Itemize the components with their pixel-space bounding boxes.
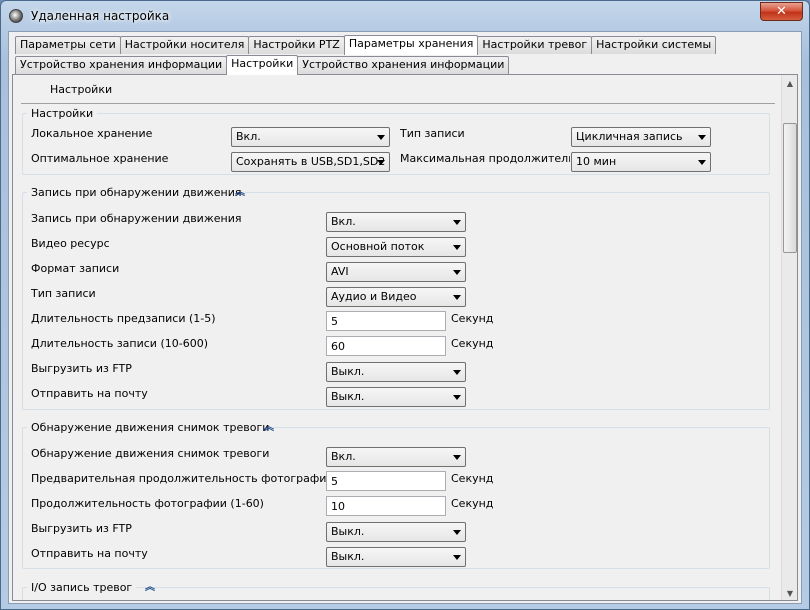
chevron-down-icon [453, 295, 461, 300]
chevron-down-icon [453, 245, 461, 250]
chevron-down-icon [698, 160, 706, 165]
double-chevron-up-icon[interactable]: ︽ [233, 188, 247, 200]
motion-record-type-select[interactable]: Аудио и Видео [326, 287, 466, 307]
chevron-down-icon [453, 555, 461, 560]
snapshot-email-value: Выкл. [331, 550, 365, 563]
divider [21, 103, 775, 104]
primary-tabs: Параметры сети Настройки носителя Настройк… [15, 34, 717, 55]
arrow-up-icon[interactable]: ▲ [782, 75, 797, 92]
tab-ptz[interactable]: Настройки PTZ [248, 36, 345, 54]
chevron-down-icon [453, 530, 461, 535]
motion-record-enable-label: Запись при обнаружении движения [31, 212, 242, 225]
prerecord-unit: Секунд [451, 312, 494, 325]
snapshot-email-label: Отправить на почту [31, 547, 148, 560]
record-format-value: AVI [331, 265, 349, 278]
motion-email-label: Отправить на почту [31, 387, 148, 400]
tab-system[interactable]: Настройки системы [591, 36, 717, 54]
snapshot-ftp-select[interactable]: Выкл. [326, 522, 466, 542]
double-chevron-up-icon[interactable]: ︽ [262, 423, 276, 435]
snapshot-duration-label: Продолжительность фотографии (1-60) [31, 497, 264, 510]
prerecord-input[interactable]: 5 [326, 311, 446, 331]
snapshot-enable-select[interactable]: Вкл. [326, 447, 466, 467]
max-duration-select[interactable]: 10 мин [571, 152, 711, 172]
tab-alarm[interactable]: Настройки тревог [477, 36, 593, 54]
close-button[interactable]: ✕ [760, 2, 803, 21]
record-type-select[interactable]: Цикличная запись [571, 127, 711, 147]
chevron-down-icon [377, 160, 385, 165]
arrow-down-icon[interactable]: ▼ [782, 585, 797, 600]
tab-storage-device-2[interactable]: Устройство хранения информации [297, 56, 510, 74]
record-format-select[interactable]: AVI [326, 262, 466, 282]
video-source-label: Видео ресурс [31, 237, 110, 250]
snapshot-enable-label: Обнаружение движения снимок тревоги [31, 447, 270, 460]
snapshot-email-select[interactable]: Выкл. [326, 547, 466, 567]
chevron-down-icon [453, 270, 461, 275]
max-duration-value: 10 мин [576, 155, 617, 168]
secondary-tabs: Устройство хранения информации Настройки У… [15, 54, 510, 75]
optimal-storage-value: Сохранять в USB,SD1,SD2 [236, 155, 386, 168]
motion-email-value: Выкл. [331, 390, 365, 403]
motion-record-type-label: Тип записи [31, 287, 96, 300]
vertical-scrollbar[interactable]: ▲ ▼ [781, 75, 797, 600]
chevron-down-icon [453, 455, 461, 460]
video-source-value: Основной поток [331, 240, 425, 253]
optimal-storage-label: Оптимальное хранение [31, 152, 169, 165]
max-duration-label: Максимальная продолжительност [400, 152, 570, 165]
motion-snapshot-group-title: Обнаружение движения снимок тревоги [27, 421, 274, 434]
record-duration-input[interactable]: 60 [326, 336, 446, 356]
snapshot-ftp-label: Выгрузить из FTP [31, 522, 132, 535]
chevron-down-icon [453, 395, 461, 400]
video-source-select[interactable]: Основной поток [326, 237, 466, 257]
section-header: Настройки [50, 83, 113, 96]
motion-record-type-value: Аудио и Видео [331, 290, 417, 303]
motion-record-enable-select[interactable]: Вкл. [326, 212, 466, 232]
chevron-down-icon [453, 220, 461, 225]
snapshot-duration-unit: Секунд [451, 497, 494, 510]
tab-settings[interactable]: Настройки [226, 55, 299, 75]
settings-group-title: Настройки [27, 107, 98, 120]
pre-duration-input[interactable]: 5 [326, 471, 446, 491]
remote-settings-window: Удаленная настройка ✕ Параметры сети Наст… [0, 0, 810, 610]
motion-ftp-value: Выкл. [331, 365, 365, 378]
window-title: Удаленная настройка [31, 9, 170, 23]
tab-storage-device[interactable]: Устройство хранения информации [15, 56, 228, 74]
record-type-label: Тип записи [400, 127, 465, 140]
local-storage-value: Вкл. [236, 130, 261, 143]
tab-network[interactable]: Параметры сети [15, 36, 121, 54]
scroll-content: Настройки Настройки Локальное хранение В… [13, 75, 781, 600]
record-duration-unit: Секунд [451, 337, 494, 350]
local-storage-select[interactable]: Вкл. [231, 127, 390, 147]
title-bar[interactable]: Удаленная настройка ✕ [1, 1, 809, 31]
webcam-icon [9, 9, 23, 23]
chevron-down-icon [453, 370, 461, 375]
snapshot-enable-value: Вкл. [331, 450, 356, 463]
chevron-down-icon [377, 135, 385, 140]
chevron-down-icon [698, 135, 706, 140]
local-storage-label: Локальное хранение [31, 127, 153, 140]
record-type-value: Цикличная запись [576, 130, 683, 143]
double-chevron-up-icon[interactable]: ︽ [143, 583, 157, 595]
tab-storage[interactable]: Параметры хранения [343, 35, 479, 55]
client-area: Параметры сети Настройки носителя Настройк… [8, 31, 802, 604]
snapshot-duration-input[interactable]: 10 [326, 496, 446, 516]
record-duration-label: Длительность записи (10-600) [31, 337, 208, 350]
tab-panel: Настройки Настройки Локальное хранение В… [12, 74, 798, 601]
motion-record-group-title: Запись при обнаружении движения [27, 186, 246, 199]
prerecord-label: Длительность предзаписи (1-5) [31, 312, 216, 325]
pre-duration-unit: Секунд [451, 472, 494, 485]
motion-record-enable-value: Вкл. [331, 215, 356, 228]
record-format-label: Формат записи [31, 262, 120, 275]
motion-ftp-label: Выгрузить из FTP [31, 362, 132, 375]
optimal-storage-select[interactable]: Сохранять в USB,SD1,SD2 [231, 152, 390, 172]
motion-ftp-select[interactable]: Выкл. [326, 362, 466, 382]
scrollbar-thumb[interactable] [783, 123, 797, 253]
io-record-group-title: I/O запись тревог [27, 581, 137, 594]
tab-media[interactable]: Настройки носителя [119, 36, 250, 54]
motion-email-select[interactable]: Выкл. [326, 387, 466, 407]
pre-duration-label: Предварительная продолжительность фотогр… [31, 472, 364, 485]
snapshot-ftp-value: Выкл. [331, 525, 365, 538]
